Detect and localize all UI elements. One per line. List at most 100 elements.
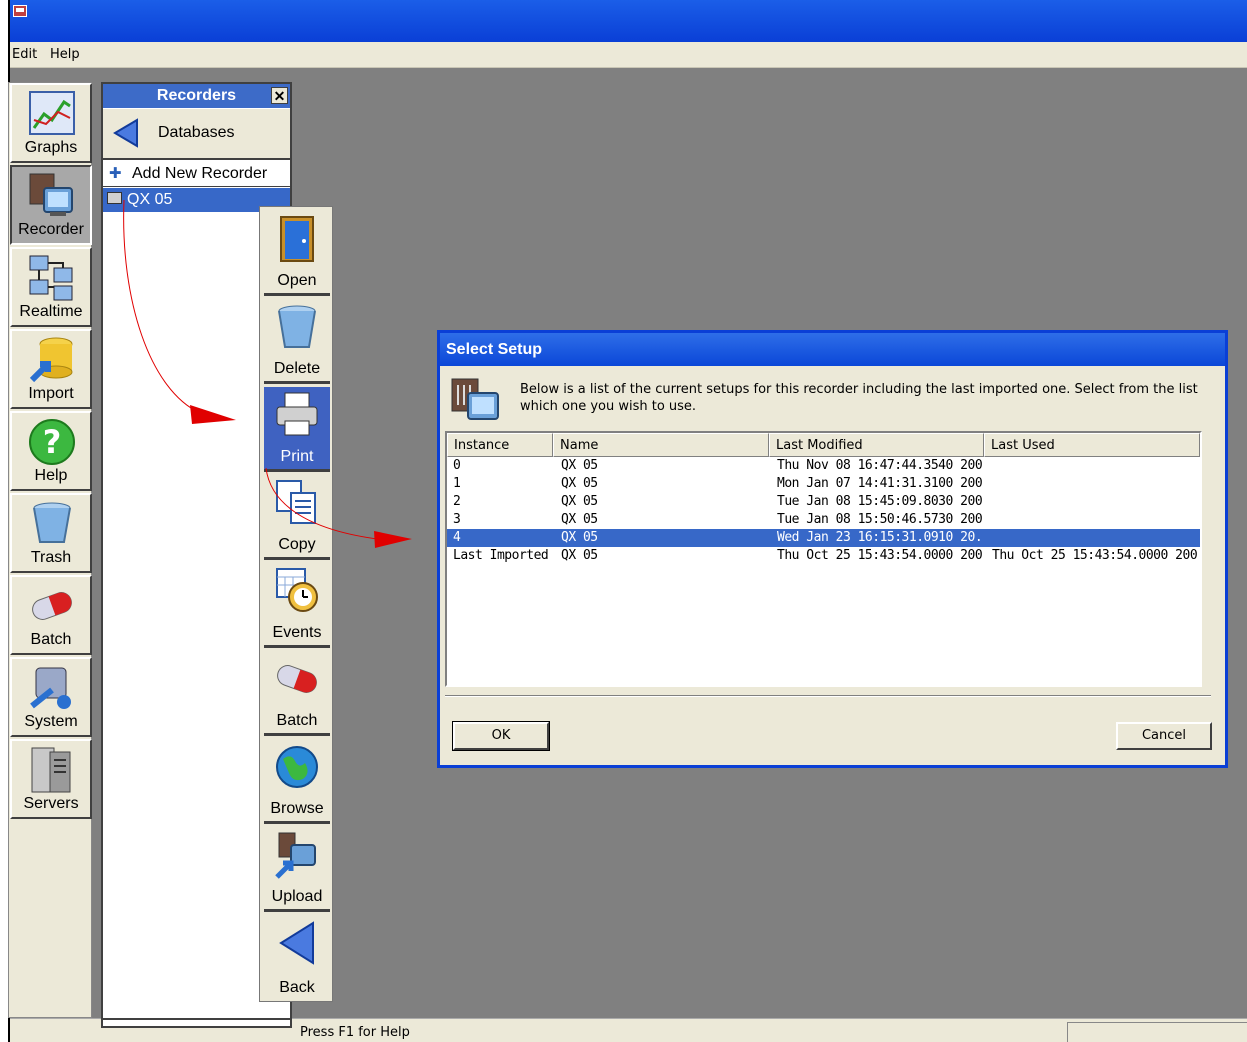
batch-button[interactable]: Batch	[264, 651, 330, 736]
capsule-icon	[277, 665, 317, 693]
table-row[interactable]: Last Imported QX 05 Thu Oct 25 15:43:54.00…	[447, 547, 1200, 565]
recorder-context-toolbar: Open Delete Print Copy Events Batch Brow…	[259, 206, 333, 1002]
button-label: Events	[272, 624, 322, 641]
title-bar	[10, 0, 1247, 42]
ok-button[interactable]: OK	[452, 721, 550, 751]
delete-button[interactable]: Delete	[264, 299, 330, 384]
column-last-used[interactable]: Last Used	[984, 433, 1200, 457]
app-logo-icon[interactable]	[13, 5, 27, 17]
recorder-monitor-icon	[29, 173, 73, 216]
cell-instance: Last Imported	[453, 548, 549, 563]
panel-divider	[103, 1018, 290, 1020]
cell-name: QX 05	[561, 476, 598, 491]
column-name[interactable]: Name	[553, 433, 769, 457]
upload-icon	[275, 832, 316, 879]
cell-instance: 0	[453, 458, 461, 473]
table-row[interactable]: 4 QX 05 Wed Jan 23 16:15:31.0910 20...	[447, 529, 1200, 547]
cell-modified: Thu Oct 25 15:43:54.0000 2007	[777, 548, 982, 563]
column-last-modified[interactable]: Last Modified	[769, 433, 984, 457]
nav-help-button[interactable]: ? Help	[10, 411, 92, 491]
door-icon	[280, 216, 314, 262]
nav-realtime-button[interactable]: Realtime	[10, 247, 92, 327]
nav-label: Help	[34, 467, 68, 484]
cell-modified: Thu Nov 08 16:47:44.3540 2007	[777, 458, 982, 473]
nav-recorder-button[interactable]: Recorder	[10, 165, 92, 245]
printer-icon	[276, 392, 318, 436]
close-icon[interactable]: ✕	[271, 87, 288, 104]
nav-label: Graphs	[24, 139, 78, 156]
add-recorder-label: Add New Recorder	[132, 165, 268, 182]
table-row[interactable]: 2 QX 05 Tue Jan 08 15:45:09.8030 2008	[447, 493, 1200, 511]
recorder-monitor-icon	[451, 378, 499, 420]
button-label: Copy	[278, 536, 316, 553]
nav-system-button[interactable]: System	[10, 657, 92, 737]
back-button[interactable]: Back	[264, 915, 330, 1000]
setups-list[interactable]: Instance Name Last Modified Last Used 0 Q…	[445, 431, 1202, 687]
button-label: Delete	[273, 360, 321, 377]
upload-button[interactable]: Upload	[264, 827, 330, 912]
nav-import-button[interactable]: Import	[10, 329, 92, 409]
recorder-name: QX 05	[127, 191, 173, 208]
button-label: Open	[277, 272, 317, 289]
nav-label: Import	[28, 385, 74, 402]
cell-instance: 1	[453, 476, 461, 491]
recorders-header: Recorders ✕	[103, 84, 290, 108]
open-button[interactable]: Open	[264, 211, 330, 296]
nav-batch-button[interactable]: Batch	[10, 575, 92, 655]
nav-label: Trash	[30, 549, 72, 566]
nav-label: Realtime	[19, 303, 83, 320]
main-nav-bar: Graphs Recorder Realtime Import ? Help T…	[8, 82, 92, 1018]
nav-label: System	[24, 713, 78, 730]
svg-text:?: ?	[43, 423, 62, 461]
add-new-recorder-item[interactable]: ✚ Add New Recorder	[103, 162, 290, 187]
button-label: Upload	[271, 888, 323, 905]
cell-modified: Mon Jan 07 14:41:31.3100 2008	[777, 476, 982, 491]
cell-used: Thu Oct 25 15:43:54.0000 2007	[992, 548, 1198, 563]
help-question-icon: ?	[29, 419, 75, 465]
network-icon	[29, 255, 73, 301]
nav-label: Servers	[23, 795, 79, 812]
button-label: Browse	[270, 800, 324, 817]
column-instance[interactable]: Instance	[447, 433, 553, 457]
cell-instance: 2	[453, 494, 461, 509]
print-button[interactable]: Print	[264, 387, 330, 472]
nav-graphs-button[interactable]: Graphs	[10, 83, 92, 163]
status-pane	[1067, 1022, 1247, 1042]
nav-trash-button[interactable]: Trash	[10, 493, 92, 573]
nav-label: Batch	[30, 631, 72, 648]
cancel-button[interactable]: Cancel	[1116, 722, 1212, 750]
graph-chart-icon	[29, 91, 75, 135]
capsule-icon	[32, 592, 72, 620]
server-tower-icon	[31, 747, 71, 793]
menu-edit[interactable]: Edit	[12, 47, 37, 62]
status-text: Press F1 for Help	[300, 1025, 410, 1040]
table-row[interactable]: 3 QX 05 Tue Jan 08 15:50:46.5730 2008	[447, 511, 1200, 529]
cell-name: QX 05	[561, 512, 598, 527]
table-row[interactable]: 1 QX 05 Mon Jan 07 14:41:31.3100 2008	[447, 475, 1200, 493]
calendar-clock-icon	[276, 568, 318, 612]
recorder-icon	[107, 192, 122, 204]
menu-help[interactable]: Help	[50, 47, 80, 62]
copy-button[interactable]: Copy	[264, 475, 330, 560]
cell-modified: Tue Jan 08 15:45:09.8030 2008	[777, 494, 982, 509]
databases-back-item[interactable]: Databases	[103, 109, 290, 160]
table-row[interactable]: 0 QX 05 Thu Nov 08 16:47:44.3540 2007	[447, 457, 1200, 475]
button-label: Back	[279, 979, 315, 996]
plus-icon: ✚	[109, 165, 122, 182]
events-button[interactable]: Events	[264, 563, 330, 648]
recorders-title: Recorders	[156, 87, 237, 104]
database-import-icon	[29, 337, 73, 383]
list-header: Instance Name Last Modified Last Used	[447, 433, 1200, 457]
nav-servers-button[interactable]: Servers	[10, 739, 92, 819]
databases-label: Databases	[158, 124, 235, 141]
back-arrow-icon	[113, 118, 138, 148]
cell-name: QX 05	[561, 458, 598, 473]
cell-modified: Tue Jan 08 15:50:46.5730 2008	[777, 512, 982, 527]
browse-button[interactable]: Browse	[264, 739, 330, 824]
cell-name: QX 05	[561, 494, 598, 509]
trash-bin-icon	[33, 502, 71, 543]
cell-name: QX 05	[561, 548, 598, 563]
button-label: Batch	[276, 712, 318, 729]
menu-bar: Edit Help	[10, 42, 1247, 68]
bin-icon	[278, 305, 316, 348]
